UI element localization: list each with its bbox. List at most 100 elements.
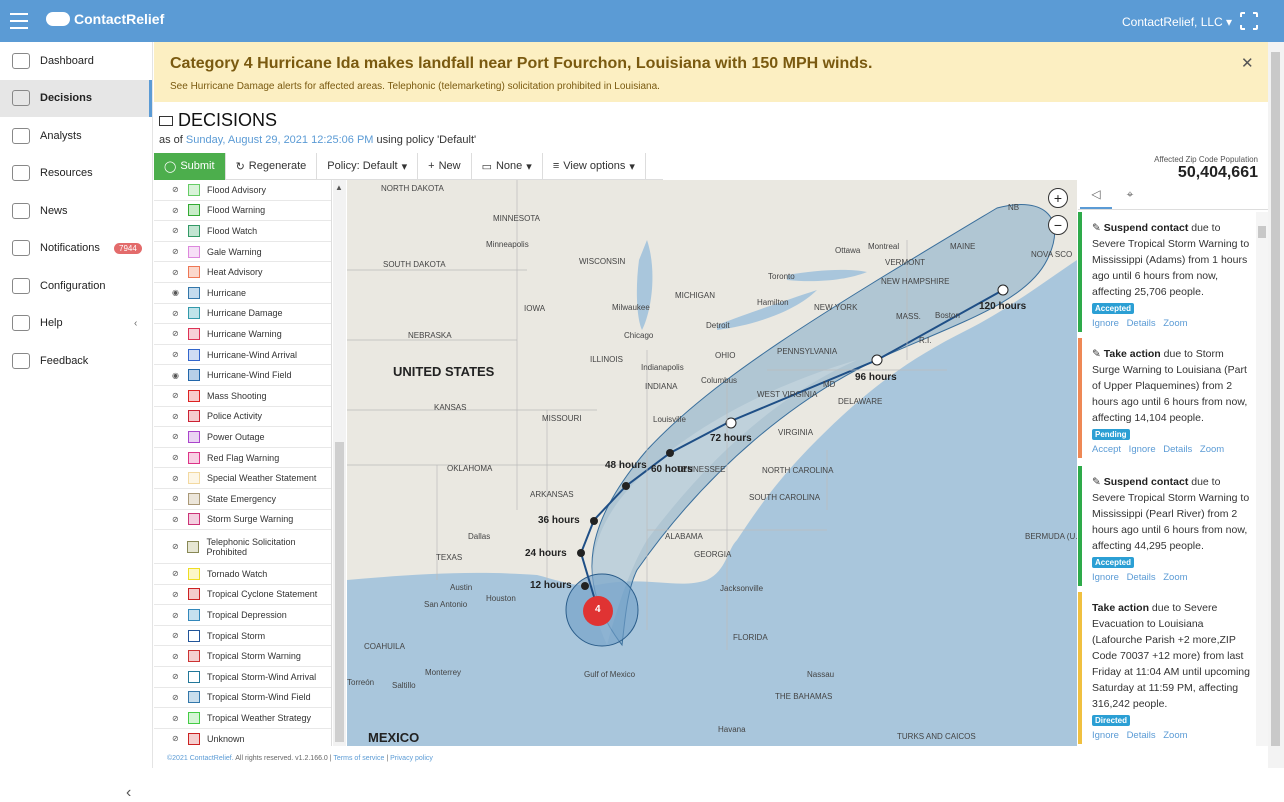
visibility-toggle-icon[interactable]: ⊘ xyxy=(172,453,182,462)
sidebar-item-resources[interactable]: Resources xyxy=(0,155,152,193)
visibility-toggle-icon[interactable]: ⊘ xyxy=(172,412,182,421)
legend-row[interactable]: ⊘ Hurricane-Wind Arrival xyxy=(154,345,331,366)
legend-row[interactable]: ⊘ Hurricane Damage xyxy=(154,304,331,325)
legend-row[interactable]: ⊘ Flood Advisory xyxy=(154,180,331,201)
visibility-toggle-icon[interactable]: ⊘ xyxy=(172,247,182,256)
legend-row[interactable]: ⊘ Flood Watch xyxy=(154,221,331,242)
decision-action-links[interactable]: Ignore Details Zoom xyxy=(1092,570,1250,586)
legend-row[interactable]: ⊘ Tropical Storm-Wind Arrival xyxy=(154,667,331,688)
legend-row[interactable]: ⊘ Tropical Storm Warning xyxy=(154,646,331,668)
legend-row[interactable]: ⊘ Red Flag Warning xyxy=(154,448,331,469)
visibility-toggle-icon[interactable]: ⊘ xyxy=(172,693,182,702)
map[interactable]: + − NORTH DAKOTA MINNESOTA SOUTH DAKOTA WIS… xyxy=(347,180,1077,746)
legend-row[interactable]: ◉ Hurricane-Wind Field xyxy=(154,365,331,386)
sidebar-item-feedback[interactable]: Feedback xyxy=(0,342,152,380)
pencil-icon[interactable]: ✎ xyxy=(1092,476,1104,488)
terms-link[interactable]: Terms of service xyxy=(333,755,384,762)
pencil-icon[interactable]: ✎ xyxy=(1092,348,1104,360)
visibility-toggle-icon[interactable]: ⊘ xyxy=(172,734,182,743)
legend-row[interactable]: ⊘ State Emergency xyxy=(154,489,331,510)
visibility-toggle-icon[interactable]: ⊘ xyxy=(172,672,182,681)
as-of-date-link[interactable]: Sunday, August 29, 2021 12:25:06 PM xyxy=(186,134,374,146)
zoom-out-button[interactable]: − xyxy=(1048,215,1068,235)
legend-row[interactable]: ⊘ Power Outage xyxy=(154,427,331,448)
sidebar-item-analysts[interactable]: Analysts xyxy=(0,117,152,155)
decision-action-links[interactable]: Ignore Details Zoom xyxy=(1092,316,1250,332)
visibility-toggle-icon[interactable]: ⊘ xyxy=(172,515,182,524)
panel-scrollbar[interactable] xyxy=(1256,212,1268,746)
fullscreen-icon[interactable] xyxy=(1239,11,1259,31)
visibility-toggle-icon[interactable]: ⊘ xyxy=(172,226,182,235)
sidebar-item-configuration[interactable]: Configuration xyxy=(0,267,152,305)
legend-row[interactable]: ⊘ Storm Surge Warning xyxy=(154,510,331,531)
legend-row[interactable]: ⊘ Tropical Weather Strategy xyxy=(154,708,331,729)
visibility-toggle-icon[interactable]: ⊘ xyxy=(172,569,182,578)
new-button[interactable]: + New xyxy=(418,152,472,180)
regenerate-button[interactable]: ↻ Regenerate xyxy=(226,152,318,180)
visibility-toggle-icon[interactable]: ⊘ xyxy=(172,631,182,640)
population-label: Affected Zip Code Population xyxy=(1154,155,1258,164)
chevron-left-icon[interactable]: ‹ xyxy=(134,318,137,329)
legend-row[interactable]: ⊘ Police Activity xyxy=(154,407,331,428)
visibility-toggle-icon[interactable]: ⊘ xyxy=(172,542,181,551)
visibility-toggle-icon[interactable]: ⊘ xyxy=(172,714,182,723)
legend-row[interactable]: ⊘ Hurricane Warning xyxy=(154,324,331,345)
legend-row[interactable]: ⊘ Tropical Storm xyxy=(154,626,331,647)
legend-row[interactable]: ⊘ Unknown xyxy=(154,729,331,746)
legend-row[interactable]: ◉ Hurricane xyxy=(154,283,331,304)
visibility-toggle-icon[interactable]: ⊘ xyxy=(172,474,182,483)
visibility-toggle-icon[interactable]: ◉ xyxy=(172,371,182,380)
legend-row[interactable]: ⊘ Heat Advisory xyxy=(154,262,331,283)
sidebar-item-dashboard[interactable]: Dashboard xyxy=(0,42,152,80)
sidebar-item-decisions[interactable]: Decisions xyxy=(0,79,152,117)
sidebar-item-news[interactable]: News xyxy=(0,192,152,230)
legend-row[interactable]: ⊘ Tropical Storm-Wind Field xyxy=(154,688,331,709)
visibility-toggle-icon[interactable]: ◉ xyxy=(172,288,182,297)
visibility-toggle-icon[interactable]: ⊘ xyxy=(172,309,182,318)
tab-decisions[interactable]: ◁ xyxy=(1080,180,1112,209)
legend-scrollbar[interactable]: ▲ xyxy=(333,180,346,746)
visibility-toggle-icon[interactable]: ⊘ xyxy=(172,432,182,441)
page-scrollbar[interactable] xyxy=(1268,42,1284,768)
legend-row[interactable]: ⊘ Mass Shooting xyxy=(154,386,331,407)
legend-row[interactable]: ⊘ Gale Warning xyxy=(154,242,331,263)
account-menu[interactable]: ContactRelief, LLC ▾ xyxy=(1122,15,1232,29)
visibility-toggle-icon[interactable]: ⊘ xyxy=(172,350,182,359)
legend-row[interactable]: ⊘ Special Weather Statement xyxy=(154,468,331,489)
legend-row[interactable]: ⊘ Tropical Depression xyxy=(154,605,331,626)
visibility-toggle-icon[interactable]: ⊘ xyxy=(172,611,182,620)
visibility-toggle-icon[interactable]: ⊘ xyxy=(172,391,182,400)
none-dropdown[interactable]: ▭ None ▾ xyxy=(472,152,543,180)
decision-card[interactable]: ✎ Suspend contact due to Severe Tropical… xyxy=(1078,212,1256,332)
visibility-toggle-icon[interactable]: ⊘ xyxy=(172,268,182,277)
map-region-label: BERMUDA (U.K.) xyxy=(1025,532,1077,541)
decision-action-links[interactable]: Accept Ignore Details Zoom xyxy=(1092,442,1250,458)
hamburger-menu-icon[interactable] xyxy=(10,11,28,31)
visibility-toggle-icon[interactable]: ⊘ xyxy=(172,329,182,338)
brand-logo[interactable]: ContactRelief xyxy=(46,11,164,27)
sidebar-item-help[interactable]: Help ‹ xyxy=(0,305,152,343)
zoom-in-button[interactable]: + xyxy=(1048,188,1068,208)
visibility-toggle-icon[interactable]: ⊘ xyxy=(172,185,182,194)
visibility-toggle-icon[interactable]: ⊘ xyxy=(172,494,182,503)
legend-row[interactable]: ⊘ Telephonic Solicitation Prohibited xyxy=(154,530,331,565)
view-options-dropdown[interactable]: ≡ View options ▾ xyxy=(543,152,646,180)
pencil-icon[interactable]: ✎ xyxy=(1092,222,1104,234)
visibility-toggle-icon[interactable]: ⊘ xyxy=(172,652,182,661)
legend-row[interactable]: ⊘ Tropical Cyclone Statement xyxy=(154,585,331,606)
decision-card[interactable]: Take action due to Severe Evacuation to … xyxy=(1078,592,1256,744)
decision-card[interactable]: ✎ Suspend contact due to Severe Tropical… xyxy=(1078,466,1256,586)
decision-action-links[interactable]: Ignore Details Zoom xyxy=(1092,728,1250,744)
legend-row[interactable]: ⊘ Tornado Watch xyxy=(154,564,331,585)
visibility-toggle-icon[interactable]: ⊘ xyxy=(172,206,182,215)
collapse-sidebar-icon[interactable]: ‹ xyxy=(126,784,131,802)
decision-card[interactable]: ✎ Take action due to Storm Surge Warning… xyxy=(1078,338,1256,458)
close-icon[interactable]: ✕ xyxy=(1241,54,1254,72)
legend-row[interactable]: ⊘ Flood Warning xyxy=(154,201,331,222)
sidebar-item-notifications[interactable]: Notifications 7944 xyxy=(0,230,152,268)
privacy-link[interactable]: Privacy policy xyxy=(390,755,433,762)
submit-button[interactable]: ◯ Submit xyxy=(154,152,226,180)
policy-dropdown[interactable]: Policy: Default ▾ xyxy=(317,152,419,180)
visibility-toggle-icon[interactable]: ⊘ xyxy=(172,590,182,599)
tab-locations[interactable]: ⌖ xyxy=(1114,180,1146,209)
